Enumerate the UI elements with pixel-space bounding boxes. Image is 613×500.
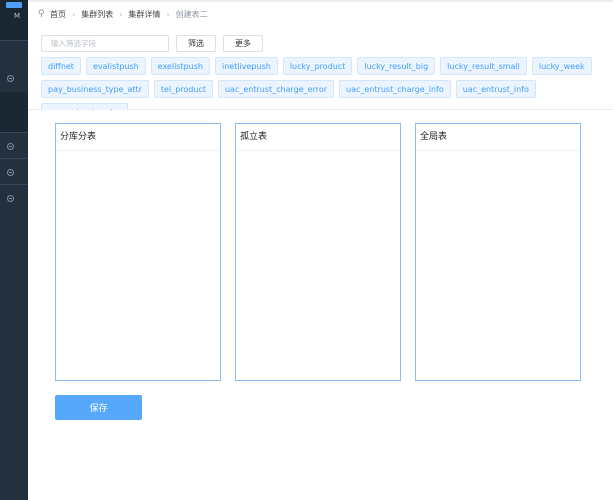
panel-title: 分库分表 [56,124,220,151]
table-tag[interactable]: inetlivepush [214,57,278,75]
sidebar: M [0,0,28,500]
filter-input[interactable] [41,35,169,52]
drop-zone[interactable] [56,151,220,381]
table-tag[interactable]: uac_entrust_charge_info [339,80,451,98]
header-top-border [28,0,613,2]
location-pin-icon: ⚲ [38,9,45,19]
panel-title: 孤立表 [236,124,400,151]
drop-zone[interactable] [236,151,400,381]
table-tag[interactable]: evalistpush [85,57,146,75]
drop-zone[interactable] [416,151,580,381]
table-tag[interactable]: uac_entrust_charge_error [217,80,335,98]
sidebar-divider [0,132,28,133]
chevron-icon[interactable] [7,143,14,150]
table-tag[interactable]: uac_entrust_info [455,80,536,98]
breadcrumb-cluster-list[interactable]: 集群列表 [81,9,113,20]
chevron-icon[interactable] [7,195,14,202]
table-tag[interactable]: lucky_product [282,57,353,75]
table-tag[interactable]: lucky_result_big [357,57,436,75]
breadcrumb-chevron-icon: › [166,9,170,19]
breadcrumb-chevron-icon: › [72,9,76,19]
sidebar-active-section[interactable] [0,92,28,132]
sidebar-divider [0,158,28,159]
sharded-tables-panel[interactable]: 分库分表 [55,123,221,381]
isolated-tables-panel[interactable]: 孤立表 [235,123,401,381]
table-tag[interactable]: diffnet [41,57,81,75]
global-tables-panel[interactable]: 全局表 [415,123,581,381]
panel-title: 全局表 [416,124,580,151]
breadcrumb-cluster-detail[interactable]: 集群详情 [128,9,160,20]
sidebar-divider [0,40,28,41]
more-button[interactable]: 更多 [223,35,263,52]
table-tag[interactable]: tel_product [153,80,213,98]
filter-row: 筛选 更多 [41,35,263,52]
filter-button[interactable]: 筛选 [176,35,216,52]
table-tag[interactable]: pay_business_type_attr [41,80,149,98]
breadcrumb-home[interactable]: 首页 [50,9,66,20]
table-tag[interactable]: exelistpush [150,57,210,75]
sidebar-divider [0,184,28,185]
breadcrumb-chevron-icon: › [119,9,123,19]
main-content: 分库分表 孤立表 全局表 保存 [28,110,613,500]
header: ⚲ 首页 › 集群列表 › 集群详情 › 创建表二 筛选 更多 diffnet … [28,0,613,121]
breadcrumb: ⚲ 首页 › 集群列表 › 集群详情 › 创建表二 [38,8,208,20]
sidebar-logo[interactable]: M [0,0,28,40]
logo-mark [6,2,22,8]
logo-text: M [14,12,21,20]
save-button[interactable]: 保存 [55,395,142,420]
breadcrumb-current: 创建表二 [175,9,208,19]
table-tag[interactable]: lucky_result_small [440,57,527,75]
chevron-icon[interactable] [7,75,14,82]
chevron-icon[interactable] [7,169,14,176]
table-tag[interactable]: lucky_week [531,57,592,75]
